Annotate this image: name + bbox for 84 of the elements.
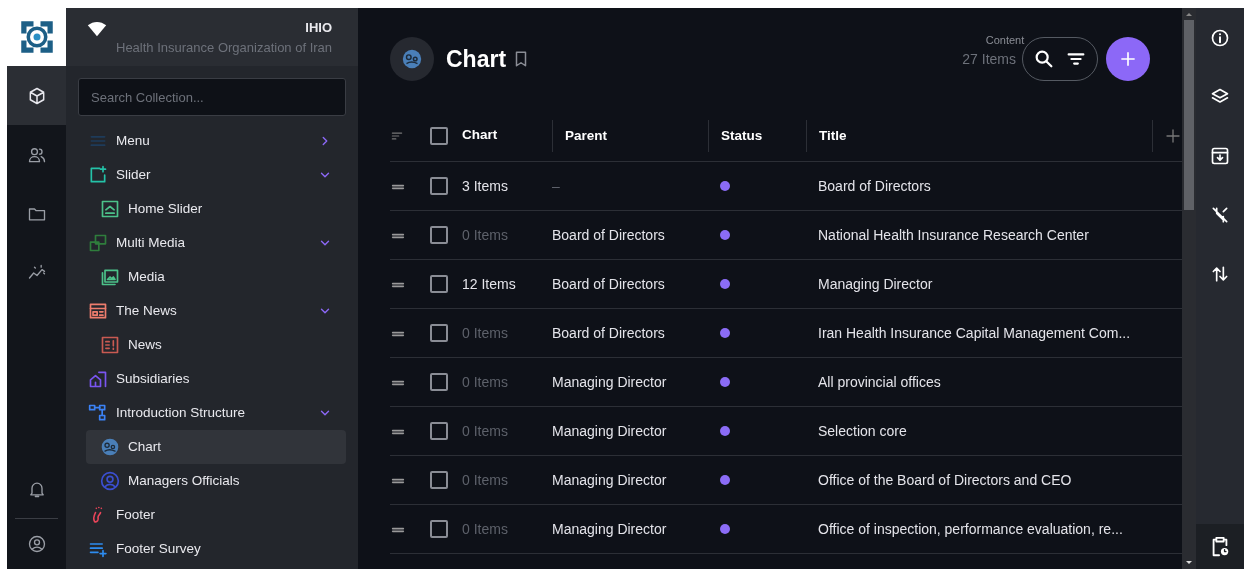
slider-frame-icon [100,199,120,219]
archive-download-icon[interactable] [1210,145,1230,166]
slider-icon [88,165,108,185]
buildings-icon [88,369,108,389]
add-column-icon[interactable] [1165,127,1181,144]
table-cell-text: Managing Director [552,470,668,490]
table-cell-text: Managing Director [552,421,668,441]
table-cell-text: 0 Items [462,225,509,245]
table-cell-text: National Health Insurance Research Center [817,225,1090,245]
table-cell-text: Managing Director [552,372,668,392]
table-cell-text: Board of Directors [552,323,666,343]
multimedia-icon [88,233,108,253]
nav-item[interactable]: Home Slider [86,192,346,226]
column-header[interactable]: Parent [565,127,608,143]
nav-item[interactable]: Multi Media [66,226,346,260]
brand-title: IHIO [305,19,333,37]
checkbox[interactable] [430,520,448,538]
nav-item[interactable]: Slider [66,158,346,192]
table-cell-text: Board of Directors [552,225,666,245]
table-cell-text: 3 Items [462,176,509,196]
nav-item[interactable]: Footer Survey [66,532,346,566]
table-cell-text: 0 Items [462,470,509,490]
table-cell-text: Iran Health Insurance Capital Management Com... [817,323,1132,343]
status-dot [720,181,730,191]
status-dot [720,328,730,338]
nav-item[interactable]: Managers Officials [86,464,346,498]
link-off-icon[interactable] [1210,204,1230,225]
user-circle-icon [100,471,120,491]
chart-face-icon [100,437,120,457]
search-icon[interactable] [1033,48,1055,70]
add-button[interactable] [1106,37,1150,81]
table-cell-text: – [552,176,561,196]
nav-item[interactable]: Footer [66,498,346,532]
status-dot [720,475,730,485]
table-cell-text: Managing Director [552,519,668,539]
checkbox[interactable] [430,324,448,342]
checkbox[interactable] [430,373,448,391]
checkbox[interactable] [430,126,448,145]
column-header[interactable]: Status [721,127,763,143]
checkbox[interactable] [430,471,448,489]
table-cell-text: 0 Items [462,372,509,392]
checkbox[interactable] [430,226,448,244]
table-cell-text: 0 Items [462,519,509,539]
table-cell-text: All provincial offices [817,372,942,392]
status-dot [720,377,730,387]
table-cell-text: Office of inspection, performance evaluation, re... [817,519,1124,539]
media-folder-icon [100,267,120,287]
scrollbar-thumb[interactable] [1184,20,1194,210]
table-cell-text: 0 Items [462,421,509,441]
plus-icon [1118,49,1138,69]
table-cell-text: 12 Items [462,274,517,294]
user-circle-icon[interactable] [26,534,47,554]
checkbox[interactable] [430,422,448,440]
nav-item[interactable]: Subsidiaries [66,362,346,396]
column-header[interactable]: Chart [462,127,498,143]
news-icon [100,335,120,355]
page-title: Chart [446,44,507,74]
nav-item[interactable]: News [86,328,346,362]
column-header[interactable]: Title [819,127,847,143]
hierarchy-icon [88,403,108,423]
nav-item[interactable]: The News [66,294,346,328]
newspaper-icon [88,301,108,321]
status-dot [720,230,730,240]
nav-item[interactable]: Chart [86,430,346,464]
status-dot [720,524,730,534]
status-dot [720,279,730,289]
page-icon [390,37,434,81]
checkbox[interactable] [430,275,448,293]
checkbox[interactable] [430,177,448,195]
search-field[interactable]: Search Collection... [78,78,346,116]
item-count: 27 Items [962,49,1016,69]
nav-item[interactable]: Media [86,260,346,294]
table-cell-text: Board of Directors [552,274,666,294]
nav-item[interactable]: Introduction Structure [66,396,346,430]
table-cell-text: Managing Director [817,274,934,294]
table-cell-text: Selection core [817,421,908,441]
section-label: Content [985,33,1025,48]
table-cell-text: Board of Directors [817,176,932,196]
table-cell-text: 0 Items [462,323,509,343]
table-cell-text: Office of the Board of Directors and CEO [817,470,1073,490]
info-icon[interactable] [1210,27,1230,48]
nav-item[interactable]: Menu [66,124,346,158]
status-dot [720,426,730,436]
brand-subtitle: Health Insurance Organization of Iran [116,38,333,57]
